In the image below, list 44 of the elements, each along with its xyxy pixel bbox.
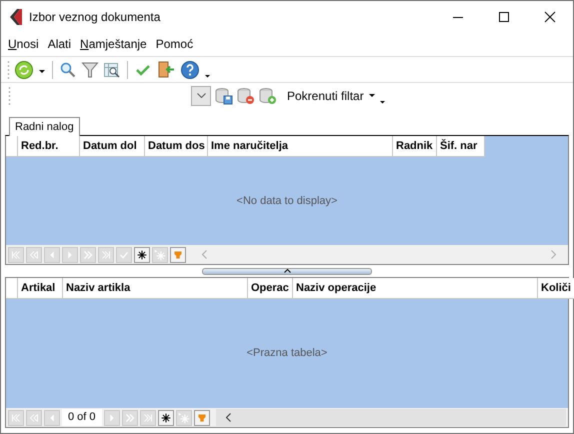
toolbar-grip-icon	[8, 84, 11, 106]
empty-message: <No data to display>	[236, 194, 338, 209]
filter-icon[interactable]	[81, 60, 99, 78]
app-logo-icon	[8, 8, 24, 26]
column-header[interactable]: Red.br.	[18, 136, 80, 157]
scroll-left-icon[interactable]	[226, 413, 231, 422]
search-icon[interactable]	[59, 60, 77, 78]
menu-item[interactable]: Alati	[44, 35, 76, 53]
column-header[interactable]: Količi	[538, 278, 574, 299]
navigator-button[interactable]	[134, 246, 150, 262]
database-add-icon[interactable]	[259, 86, 277, 104]
toolbar-grip-icon	[7, 58, 10, 80]
row-indicator-header	[6, 278, 18, 299]
scroll-right-icon[interactable]	[551, 250, 556, 259]
window-title: Izbor veznog dokumenta	[29, 8, 160, 26]
database-remove-icon[interactable]	[237, 86, 255, 104]
menu-item[interactable]: Unosi	[4, 35, 43, 53]
chevron-down-icon	[196, 93, 206, 98]
dropdown-button[interactable]	[191, 86, 211, 106]
navigator-button[interactable]	[158, 410, 174, 426]
column-header[interactable]: Šif. nar	[437, 136, 485, 157]
tab[interactable]: Radni nalog	[9, 117, 80, 136]
row-indicator-header	[6, 136, 18, 157]
column-header[interactable]: Ime naručitelja	[208, 136, 393, 157]
exit-door-icon[interactable]	[156, 60, 176, 80]
splitter-handle[interactable]	[202, 268, 372, 274]
column-header[interactable]: Artikal	[18, 278, 63, 299]
menu-item[interactable]: Namještanje	[76, 35, 151, 53]
dropdown-caret-icon	[368, 94, 375, 98]
column-header[interactable]: Naziv artikla	[63, 278, 248, 299]
menu-item[interactable]: Pomoć	[152, 35, 198, 53]
record-counter: 0 of 0	[62, 409, 102, 426]
run-filter-button[interactable]: Pokrenuti filtar	[287, 86, 375, 104]
column-header[interactable]: Datum dos	[145, 136, 208, 157]
column-header[interactable]: Operac	[248, 278, 293, 299]
empty-message: <Prazna tabela>	[246, 346, 328, 362]
column-header[interactable]: Datum dol	[80, 136, 145, 157]
collapse-up-icon[interactable]	[284, 268, 290, 272]
help-icon[interactable]	[180, 60, 200, 80]
column-header[interactable]: Naziv operacije	[293, 278, 538, 299]
database-save-icon[interactable]	[215, 86, 233, 104]
table-search-icon[interactable]	[103, 60, 121, 78]
refresh-icon[interactable]	[14, 60, 34, 80]
column-header[interactable]: Radnik	[393, 136, 437, 157]
